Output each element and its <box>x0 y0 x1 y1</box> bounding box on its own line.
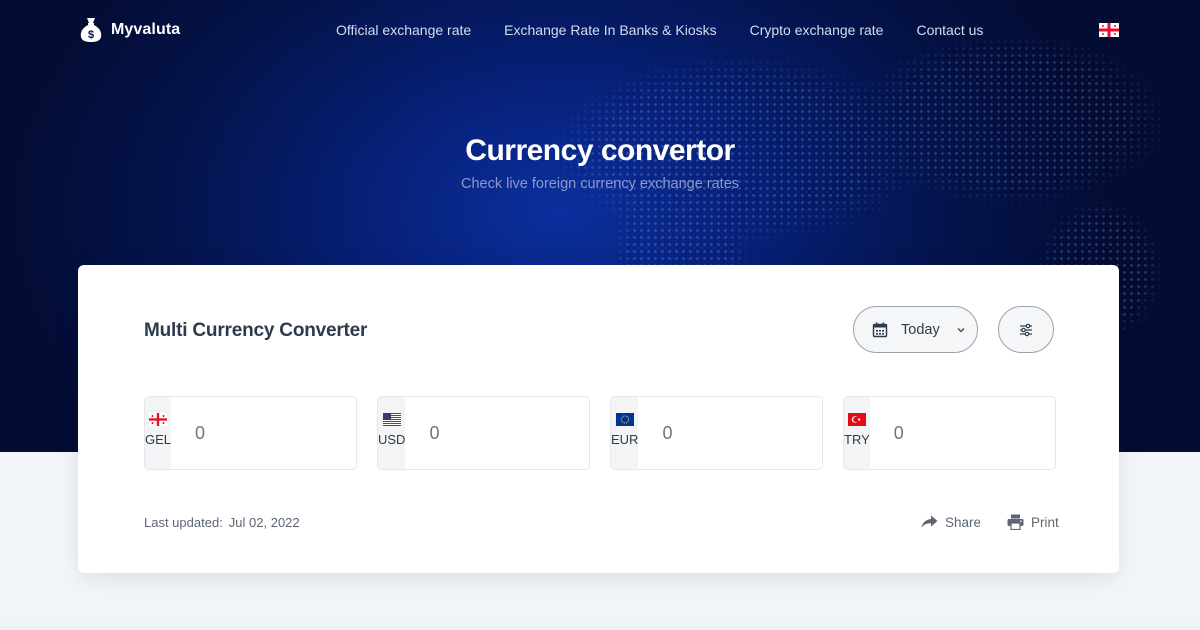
nav-official-rate[interactable]: Official exchange rate <box>336 22 471 38</box>
currency-code: TRY <box>844 432 870 447</box>
brand-name: Myvaluta <box>111 21 181 38</box>
date-select-value: Today <box>901 321 940 338</box>
last-updated-date: Jul 02, 2022 <box>228 515 300 530</box>
currency-code: GEL <box>145 432 172 447</box>
nav-contact[interactable]: Contact us <box>916 22 983 38</box>
money-bag-icon: $ <box>80 18 102 42</box>
nav-crypto-rate[interactable]: Crypto exchange rate <box>750 22 884 38</box>
currency-input-row: GEL USD <box>144 396 1056 470</box>
chevron-down-icon <box>957 328 965 333</box>
svg-text:$: $ <box>88 29 94 41</box>
currency-tag: USD <box>378 397 406 469</box>
eu-flag-icon <box>615 413 634 426</box>
last-updated-label: Last updated: <box>144 515 223 530</box>
settings-filter-button[interactable] <box>998 306 1054 353</box>
print-label: Print <box>1031 514 1059 530</box>
date-select-button[interactable]: Today <box>853 306 978 353</box>
page-subtitle: Check live foreign currency exchange rat… <box>460 176 740 192</box>
currency-field-eur: EUR <box>610 396 823 470</box>
print-button[interactable]: Print <box>1007 514 1059 530</box>
georgia-flag-icon <box>149 413 167 426</box>
currency-field-gel: GEL <box>144 396 357 470</box>
converter-card: Multi Currency Converter Today GEL 0 USD… <box>78 265 1119 573</box>
converter-title: Multi Currency Converter <box>144 320 368 341</box>
currency-code: EUR <box>611 432 639 447</box>
share-arrow-icon <box>921 515 938 528</box>
georgia-flag-icon[interactable] <box>1099 23 1119 37</box>
turkey-flag-icon <box>847 413 866 426</box>
last-updated: Last updated: Jul 02, 2022 <box>144 515 300 530</box>
brand-logo[interactable]: $ Myvaluta <box>80 17 180 43</box>
card-actions: Share Print <box>921 514 1059 530</box>
main-nav: Official exchange rate Exchange Rate In … <box>336 22 1016 38</box>
share-label: Share <box>945 514 982 530</box>
page-title: Currency convertor <box>465 134 735 167</box>
currency-tag: EUR <box>611 397 639 469</box>
currency-tag: GEL <box>145 397 172 469</box>
currency-code: USD <box>378 432 406 447</box>
nav-banks-kiosks[interactable]: Exchange Rate In Banks & Kiosks <box>504 22 716 38</box>
currency-amount-input[interactable] <box>405 397 589 469</box>
page-background-strip <box>0 600 1200 630</box>
currency-amount-input[interactable] <box>869 397 1055 469</box>
currency-field-usd: USD <box>377 396 590 470</box>
currency-tag: TRY <box>844 397 870 469</box>
currency-field-try: TRY <box>843 396 1056 470</box>
currency-amount-input[interactable] <box>638 397 822 469</box>
currency-amount-input[interactable] <box>171 397 356 469</box>
usa-flag-icon <box>382 413 401 426</box>
calendar-icon <box>872 322 888 337</box>
printer-icon <box>1007 514 1024 530</box>
share-button[interactable]: Share <box>921 514 981 530</box>
sliders-icon <box>1020 323 1032 336</box>
